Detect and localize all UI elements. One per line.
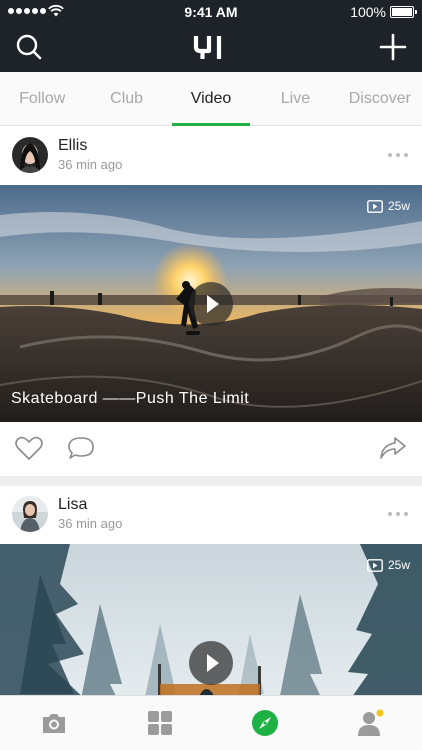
compass-icon[interactable] xyxy=(251,709,279,737)
like-icon[interactable] xyxy=(14,434,44,462)
post-time: 36 min ago xyxy=(58,157,123,172)
tab-discover[interactable]: Discover xyxy=(338,72,422,125)
video-icon xyxy=(367,558,383,572)
profile-icon[interactable] xyxy=(356,709,384,737)
share-icon[interactable] xyxy=(378,434,408,462)
post-actions xyxy=(0,422,422,476)
category-tabs: Follow Club Video Live Discover xyxy=(0,72,422,126)
post-header: Ellis 36 min ago xyxy=(0,127,422,185)
view-count: 25w xyxy=(367,558,410,572)
video-icon xyxy=(367,199,383,213)
status-bar: 9:41 AM 100% xyxy=(0,0,422,24)
post-card: Ellis 36 min ago 25w Skateboard ——Push T… xyxy=(0,127,422,476)
tab-club[interactable]: Club xyxy=(84,72,168,125)
bottom-tab-bar xyxy=(0,695,422,750)
play-button[interactable] xyxy=(189,641,233,685)
post-card: Lisa 36 min ago 25w xyxy=(0,486,422,695)
tab-follow[interactable]: Follow xyxy=(0,72,84,125)
more-options-icon[interactable] xyxy=(388,512,408,516)
author-name[interactable]: Lisa xyxy=(58,496,87,514)
camera-icon[interactable] xyxy=(40,709,68,737)
author-name[interactable]: Ellis xyxy=(58,137,87,155)
video-feed[interactable]: Ellis 36 min ago 25w Skateboard ——Push T… xyxy=(0,127,422,695)
grid-icon[interactable] xyxy=(146,709,174,737)
search-icon[interactable] xyxy=(14,32,44,62)
tab-live[interactable]: Live xyxy=(253,72,337,125)
video-thumbnail[interactable]: 25w Skateboard ——Push The Limit xyxy=(0,185,422,422)
yi-logo xyxy=(193,36,222,59)
view-count-label: 25w xyxy=(387,558,410,572)
tab-video[interactable]: Video xyxy=(169,72,253,126)
play-button[interactable] xyxy=(189,282,233,326)
more-options-icon[interactable] xyxy=(388,153,408,157)
battery-percentage: 100% xyxy=(350,4,386,20)
comment-icon[interactable] xyxy=(66,434,96,462)
post-header: Lisa 36 min ago xyxy=(0,486,422,544)
avatar[interactable] xyxy=(12,137,48,173)
avatar[interactable] xyxy=(12,496,48,532)
plus-icon[interactable] xyxy=(378,32,408,62)
battery-icon xyxy=(390,6,417,18)
post-time: 36 min ago xyxy=(58,516,123,531)
view-count: 25w xyxy=(367,199,410,213)
video-caption: Skateboard ——Push The Limit xyxy=(11,390,250,407)
view-count-label: 25w xyxy=(387,199,410,213)
app-header: 9:41 AM 100% xyxy=(0,0,422,72)
video-thumbnail[interactable]: 25w xyxy=(0,544,422,695)
